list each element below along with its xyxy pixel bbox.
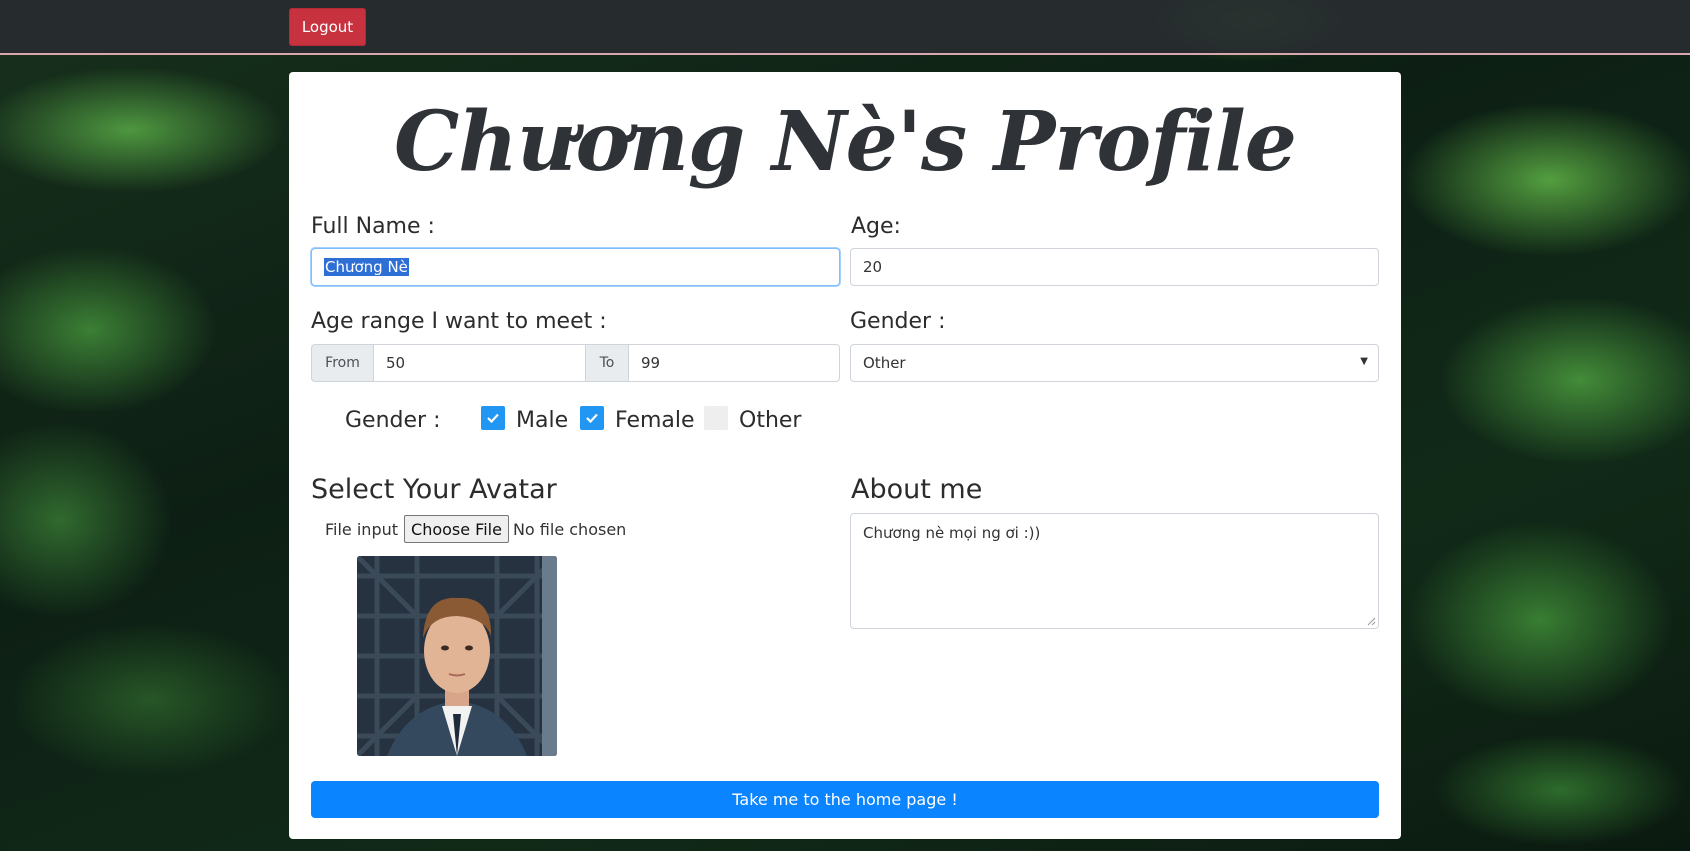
page-title: Chương Nè's Profile (394, 94, 1297, 190)
file-input-row: File input Choose File No file chosen (325, 515, 626, 543)
age-to-value: 99 (641, 354, 661, 372)
gender-select[interactable]: Other ▼ (850, 344, 1379, 382)
about-heading: About me (851, 474, 983, 505)
to-addon: To (585, 344, 629, 382)
about-value: Chương nè mọi ng ơi :)) (863, 524, 1041, 542)
age-range-label: Age range I want to meet : (311, 309, 607, 334)
checkmark-icon (586, 413, 598, 424)
age-from-input[interactable]: 50 (373, 344, 586, 382)
male-label: Male (516, 408, 569, 433)
age-label: Age: (851, 214, 901, 239)
resize-handle-icon[interactable] (1366, 616, 1376, 626)
chevron-down-icon: ▼ (1360, 356, 1368, 367)
choose-file-button[interactable]: Choose File (404, 515, 509, 543)
gender-select-value: Other (863, 354, 906, 372)
age-value: 20 (863, 258, 883, 276)
age-input[interactable]: 20 (850, 248, 1379, 286)
logout-button[interactable]: Logout (289, 8, 366, 46)
gender-pref-label: Gender : (345, 408, 441, 433)
female-checkbox[interactable] (580, 406, 604, 430)
from-addon: From (311, 344, 374, 382)
other-checkbox[interactable] (704, 406, 728, 430)
age-to-input[interactable]: 99 (628, 344, 840, 382)
checkmark-icon (487, 413, 499, 424)
full-name-label: Full Name : (311, 214, 435, 239)
about-textarea[interactable]: Chương nè mọi ng ơi :)) (850, 513, 1379, 629)
female-label: Female (615, 408, 695, 433)
avatar-heading: Select Your Avatar (311, 474, 557, 505)
file-input-label: File input (325, 519, 399, 539)
home-page-button[interactable]: Take me to the home page ! (311, 781, 1379, 818)
top-navbar: Logout (0, 0, 1690, 55)
gender-select-label: Gender : (850, 309, 946, 334)
full-name-value: Chương Nè (324, 258, 409, 276)
avatar (357, 556, 557, 756)
other-label: Other (739, 408, 802, 433)
full-name-input[interactable]: Chương Nè (311, 248, 840, 286)
age-from-value: 50 (386, 354, 406, 372)
no-file-text: No file chosen (512, 519, 627, 539)
male-checkbox[interactable] (481, 406, 505, 430)
